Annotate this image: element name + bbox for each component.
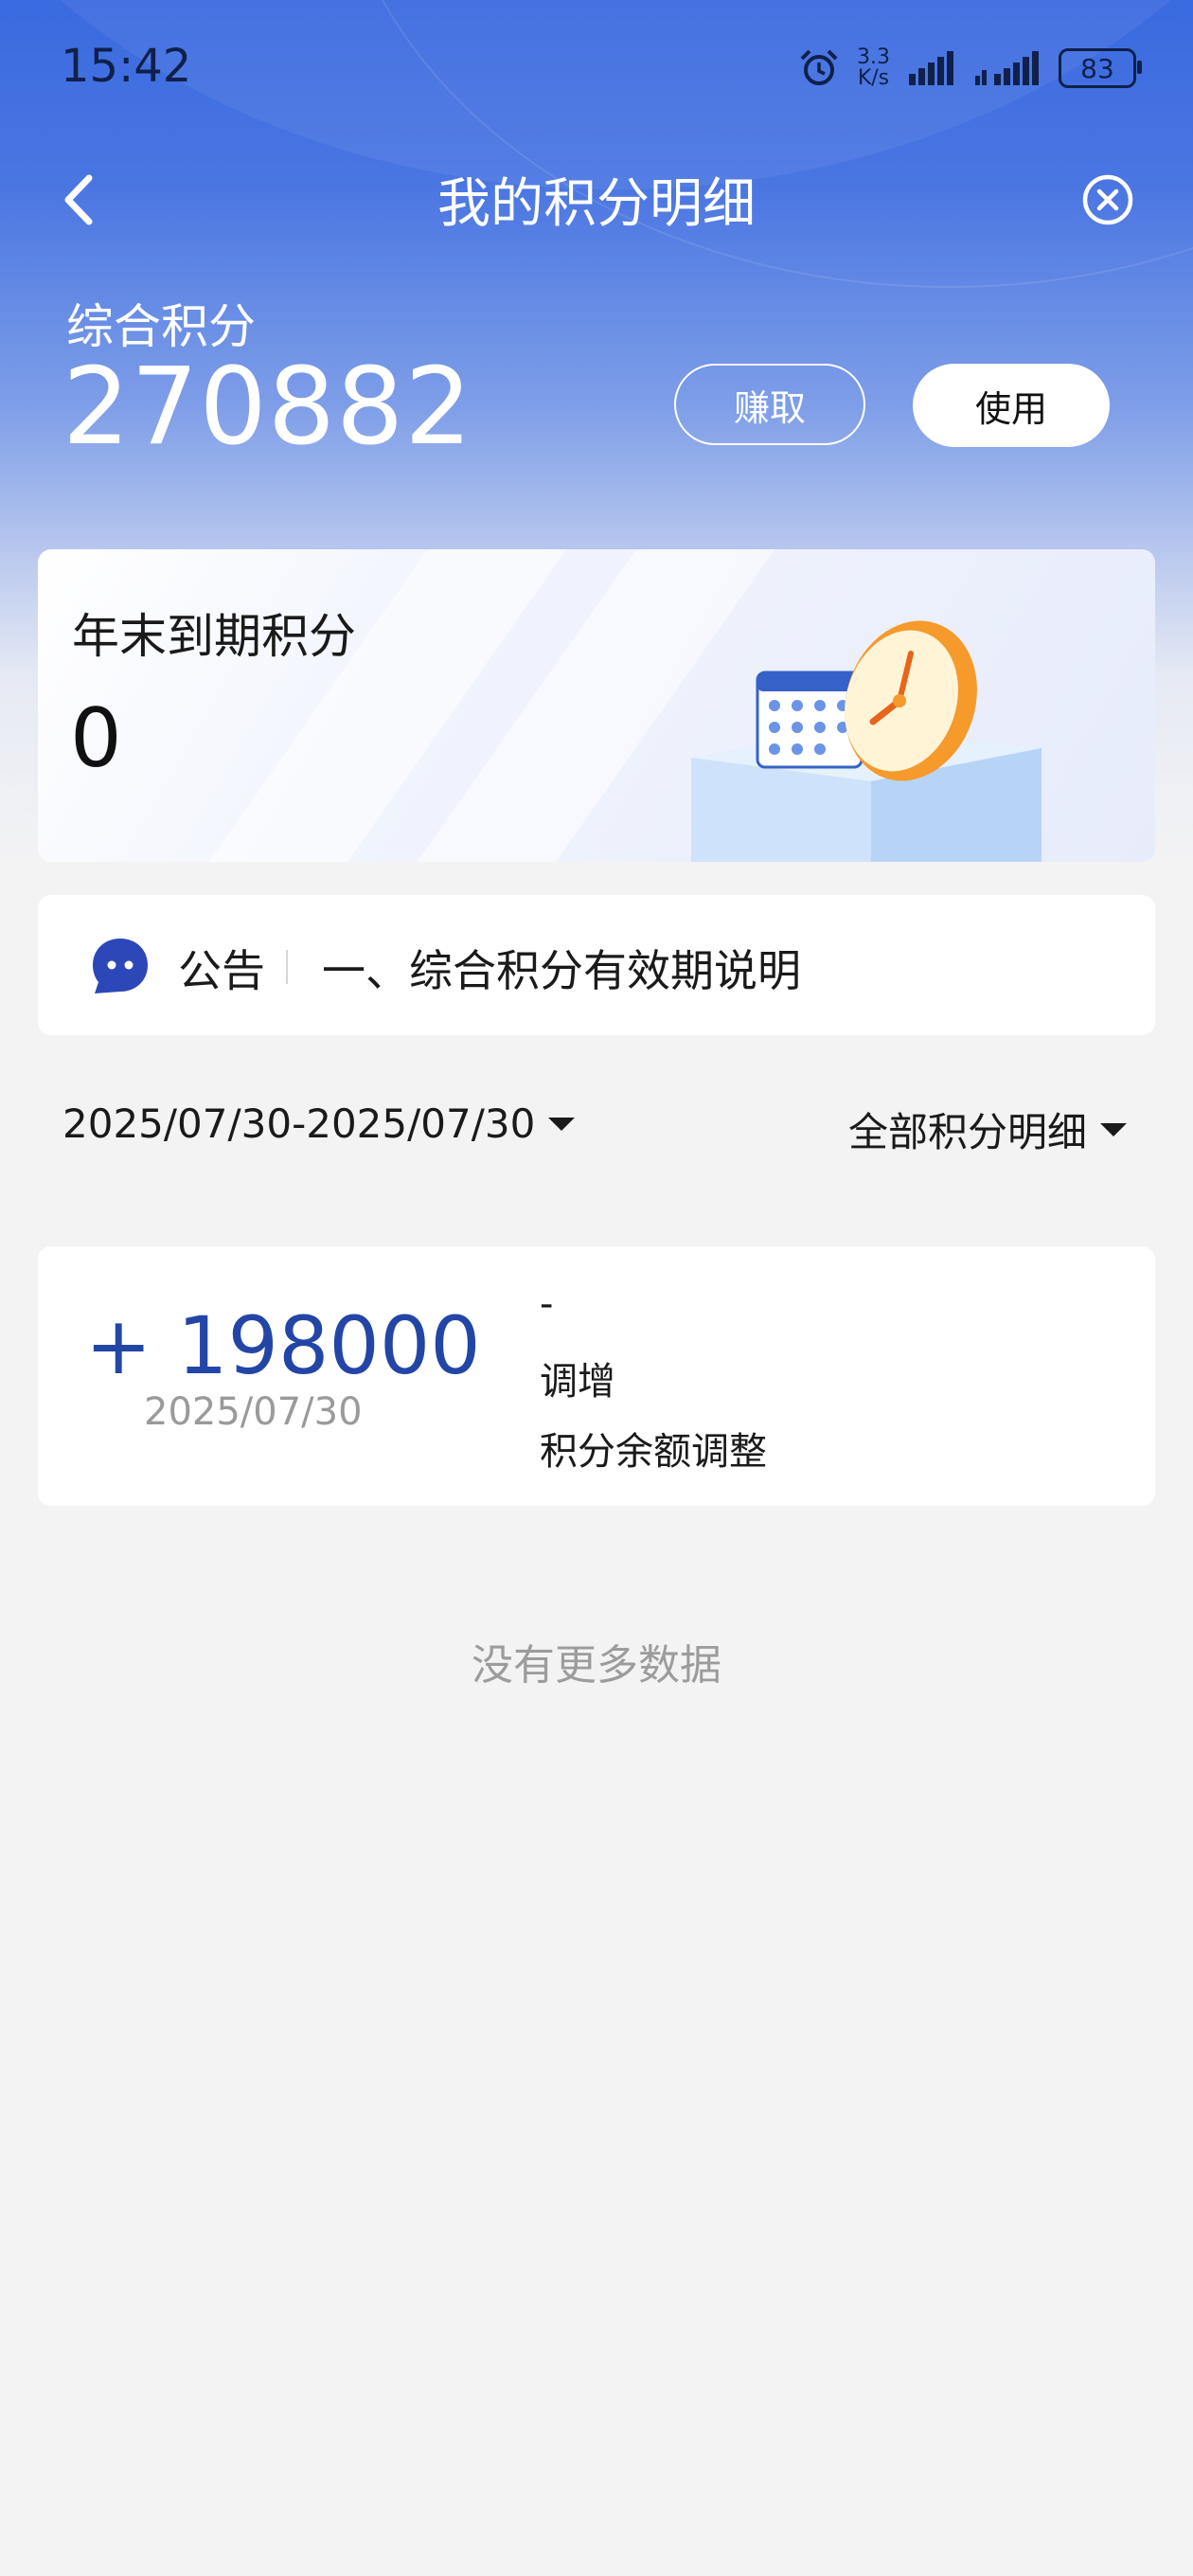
alarm-icon	[800, 49, 838, 85]
record-date: 2025/07/30	[144, 1390, 363, 1434]
date-range-label: 2025/07/30-2025/07/30	[62, 1100, 536, 1147]
record-amount: + 198000	[85, 1299, 481, 1392]
notice-text[interactable]: 一、综合积分有效期说明	[322, 937, 801, 999]
status-time: 15:42	[61, 40, 192, 93]
signal-icon-2	[975, 51, 1039, 85]
net-speed: 3.3 K/s	[857, 47, 890, 89]
calendar-clock-illustration-icon	[691, 620, 1042, 862]
use-button[interactable]: 使用	[913, 364, 1110, 447]
notice-bar[interactable]: 公告 一、综合积分有效期说明	[38, 895, 1155, 1035]
expiry-title: 年末到期积分	[72, 609, 356, 664]
no-more-data-text: 没有更多数据	[472, 1641, 721, 1690]
caret-down-icon	[548, 1117, 576, 1131]
net-speed-unit: K/s	[857, 66, 890, 90]
notice-label: 公告	[178, 945, 265, 996]
date-range-filter[interactable]: 2025/07/30-2025/07/30	[62, 1100, 576, 1147]
notice-divider	[286, 950, 288, 984]
list-item[interactable]: + 198000 2025/07/30 - 调增 积分余额调整	[38, 1246, 1155, 1506]
battery-icon: 83	[1059, 48, 1142, 88]
expiry-card: 年末到期积分 0	[38, 549, 1155, 862]
status-icons: 3.3 K/s 83	[798, 42, 1142, 95]
chat-bubble-icon	[93, 939, 148, 993]
record-source: -	[540, 1282, 554, 1326]
caret-down-icon	[1100, 1122, 1127, 1136]
record-description: 积分余额调整	[540, 1430, 767, 1474]
earn-button[interactable]: 赚取	[674, 364, 865, 445]
battery-level: 83	[1080, 52, 1114, 84]
close-circle-icon[interactable]	[1081, 173, 1134, 226]
points-type-filter[interactable]: 全部积分明细	[848, 1100, 1127, 1158]
expiry-value: 0	[70, 691, 122, 786]
net-speed-value: 3.3	[857, 45, 890, 69]
page-title: 我的积分明细	[437, 173, 756, 235]
points-value: 270882	[62, 346, 473, 469]
signal-icon	[909, 51, 953, 85]
points-type-label: 全部积分明细	[847, 1109, 1087, 1155]
record-type: 调增	[540, 1360, 615, 1404]
